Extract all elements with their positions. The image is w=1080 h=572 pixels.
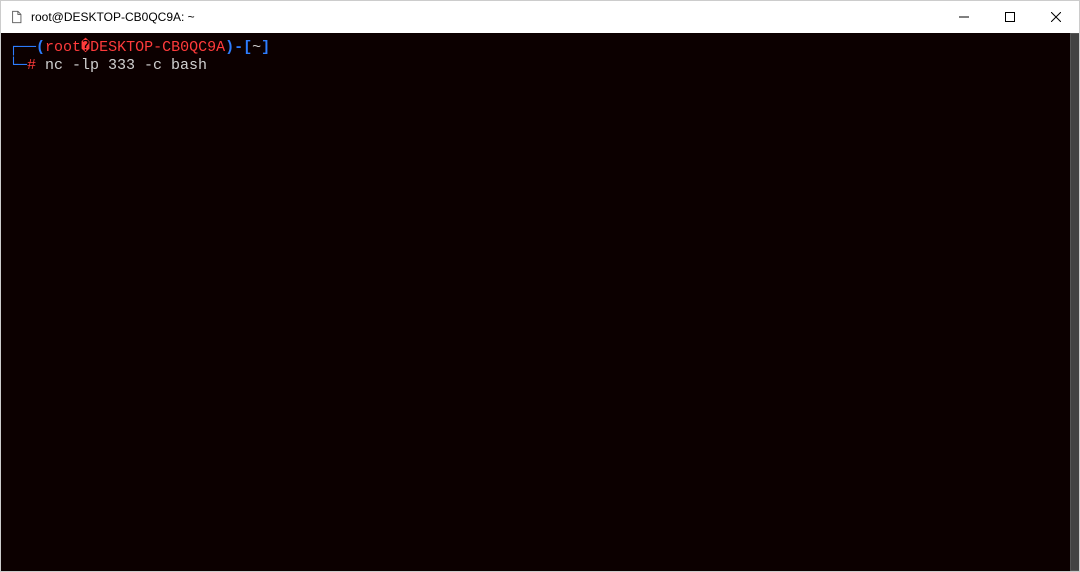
window-controls — [941, 1, 1079, 33]
rbracket: ] — [261, 39, 270, 56]
corner-top: ┌── — [9, 39, 36, 56]
close-paren: ) — [225, 39, 234, 56]
prompt-block: ┌──(root�DESKTOP-CB0QC9A)-[~] └─# nc -lp… — [9, 39, 1073, 75]
scrollbar-track[interactable] — [1069, 33, 1079, 571]
lbracket: [ — [243, 39, 252, 56]
close-button[interactable] — [1033, 1, 1079, 33]
prompt-host: DESKTOP-CB0QC9A — [90, 39, 225, 56]
dash: - — [234, 39, 243, 56]
terminal[interactable]: ┌──(root�DESKTOP-CB0QC9A)-[~] └─# nc -lp… — [1, 33, 1079, 571]
maximize-button[interactable] — [987, 1, 1033, 33]
minimize-button[interactable] — [941, 1, 987, 33]
scrollbar-thumb[interactable] — [1070, 33, 1079, 571]
app-window: root@DESKTOP-CB0QC9A: ~ ┌──(root�DESKTOP… — [0, 0, 1080, 572]
window-title: root@DESKTOP-CB0QC9A: ~ — [31, 10, 941, 24]
diamond-icon: � — [81, 39, 90, 56]
corner-bottom: └─ — [9, 57, 27, 74]
open-paren: ( — [36, 39, 45, 56]
cwd: ~ — [252, 39, 261, 56]
prompt-line-1: ┌──(root�DESKTOP-CB0QC9A)-[~] — [9, 39, 1073, 57]
hash-icon: # — [27, 57, 36, 74]
prompt-user: root — [45, 39, 81, 56]
prompt-line-2: └─# nc -lp 333 -c bash — [9, 57, 1073, 75]
titlebar[interactable]: root@DESKTOP-CB0QC9A: ~ — [1, 1, 1079, 33]
command-text: nc -lp 333 -c bash — [36, 57, 207, 74]
file-icon — [9, 9, 25, 25]
